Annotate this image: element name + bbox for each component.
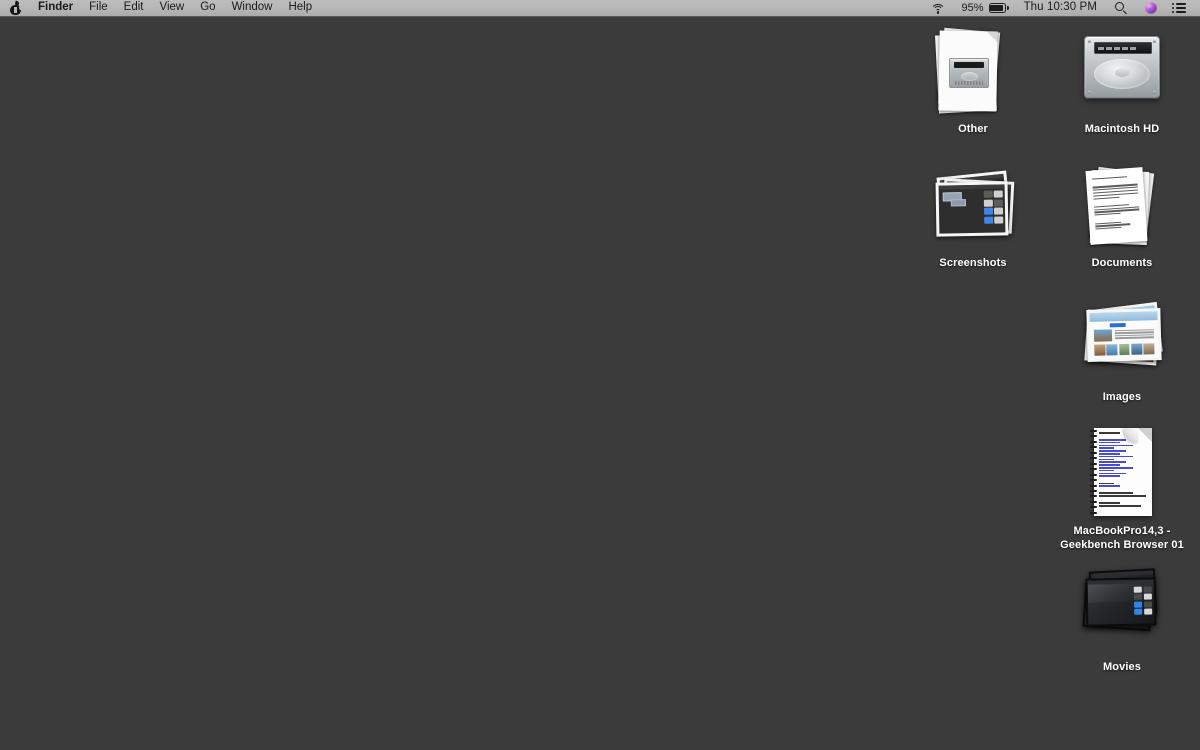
menu-bar: Finder File Edit View Go Window Help 95%… (0, 0, 1200, 17)
battery-status-button[interactable] (987, 0, 1015, 16)
desktop-icon-screenshots[interactable]: Screenshots (909, 156, 1037, 271)
photo-stack-icon (1074, 290, 1170, 386)
desktop-icon-movies[interactable]: Movies (1058, 560, 1186, 675)
menu-item-go[interactable]: Go (192, 0, 223, 16)
movie-stack-icon (1074, 560, 1170, 656)
desktop-icon-label-movies: Movies (1103, 661, 1141, 673)
siri-button[interactable] (1137, 0, 1165, 16)
webarchive-icon (1074, 424, 1170, 520)
desktop-icon-label-images: Images (1102, 391, 1142, 403)
desktop-icon-macintosh-hd[interactable]: Macintosh HD (1058, 22, 1186, 137)
menu-bar-status-area: 95% Thu 10:30 PM (923, 0, 1200, 16)
notification-center-button[interactable] (1165, 0, 1192, 16)
apple-logo-icon (10, 0, 23, 15)
desktop-icon-label-screenshots: Screenshots (939, 257, 1007, 269)
apple-menu-button[interactable] (0, 0, 30, 16)
siri-icon (1145, 2, 1157, 14)
screenshot-stack-icon (925, 156, 1021, 252)
menu-item-file[interactable]: File (81, 0, 116, 16)
menu-item-edit[interactable]: Edit (116, 0, 152, 16)
desktop-icon-label-documents: Documents (1091, 257, 1153, 269)
spotlight-search-button[interactable] (1106, 0, 1137, 16)
desktop-icon-other[interactable]: Other (909, 22, 1037, 137)
control-center-icon (1172, 3, 1186, 14)
desktop-icon-grid: Other Macintosh HD Screenshots Documents… (0, 0, 1200, 750)
menu-bar-clock[interactable]: Thu 10:30 PM (1015, 0, 1106, 16)
desktop-icon-images[interactable]: Images (1058, 290, 1186, 405)
wifi-status-button[interactable] (923, 0, 954, 16)
desktop-icon-label-other: Other (958, 123, 988, 135)
menu-bar-left: Finder File Edit View Go Window Help (0, 0, 320, 16)
menu-item-window[interactable]: Window (224, 0, 281, 16)
desktop-icon-documents[interactable]: Documents (1058, 156, 1186, 271)
menu-item-help[interactable]: Help (280, 0, 320, 16)
hard-drive-thumbnail-icon (949, 58, 989, 88)
wifi-icon (930, 3, 946, 14)
desktop[interactable]: Finder File Edit View Go Window Help 95%… (0, 0, 1200, 750)
battery-percentage[interactable]: 95% (954, 0, 987, 16)
documents-stack-icon (925, 22, 1021, 118)
menu-item-view[interactable]: View (152, 0, 193, 16)
menu-item-finder[interactable]: Finder (30, 0, 81, 16)
desktop-icon-macbookpro-geekbench[interactable]: MacBookPro14,3 - Geekbench Browser 01 (1058, 424, 1186, 552)
desktop-icon-label-macintosh-hd: Macintosh HD (1084, 123, 1160, 135)
label-line-2: Geekbench Browser 01 (1060, 538, 1184, 551)
battery-icon (988, 3, 1009, 13)
desktop-icon-label-macbookpro-geekbench: MacBookPro14,3 - Geekbench Browser 01 (1060, 525, 1184, 552)
label-line-1: MacBookPro14,3 - (1073, 525, 1171, 537)
hard-drive-icon (1074, 22, 1170, 118)
search-icon (1115, 1, 1128, 15)
document-stack-icon (1074, 156, 1170, 252)
